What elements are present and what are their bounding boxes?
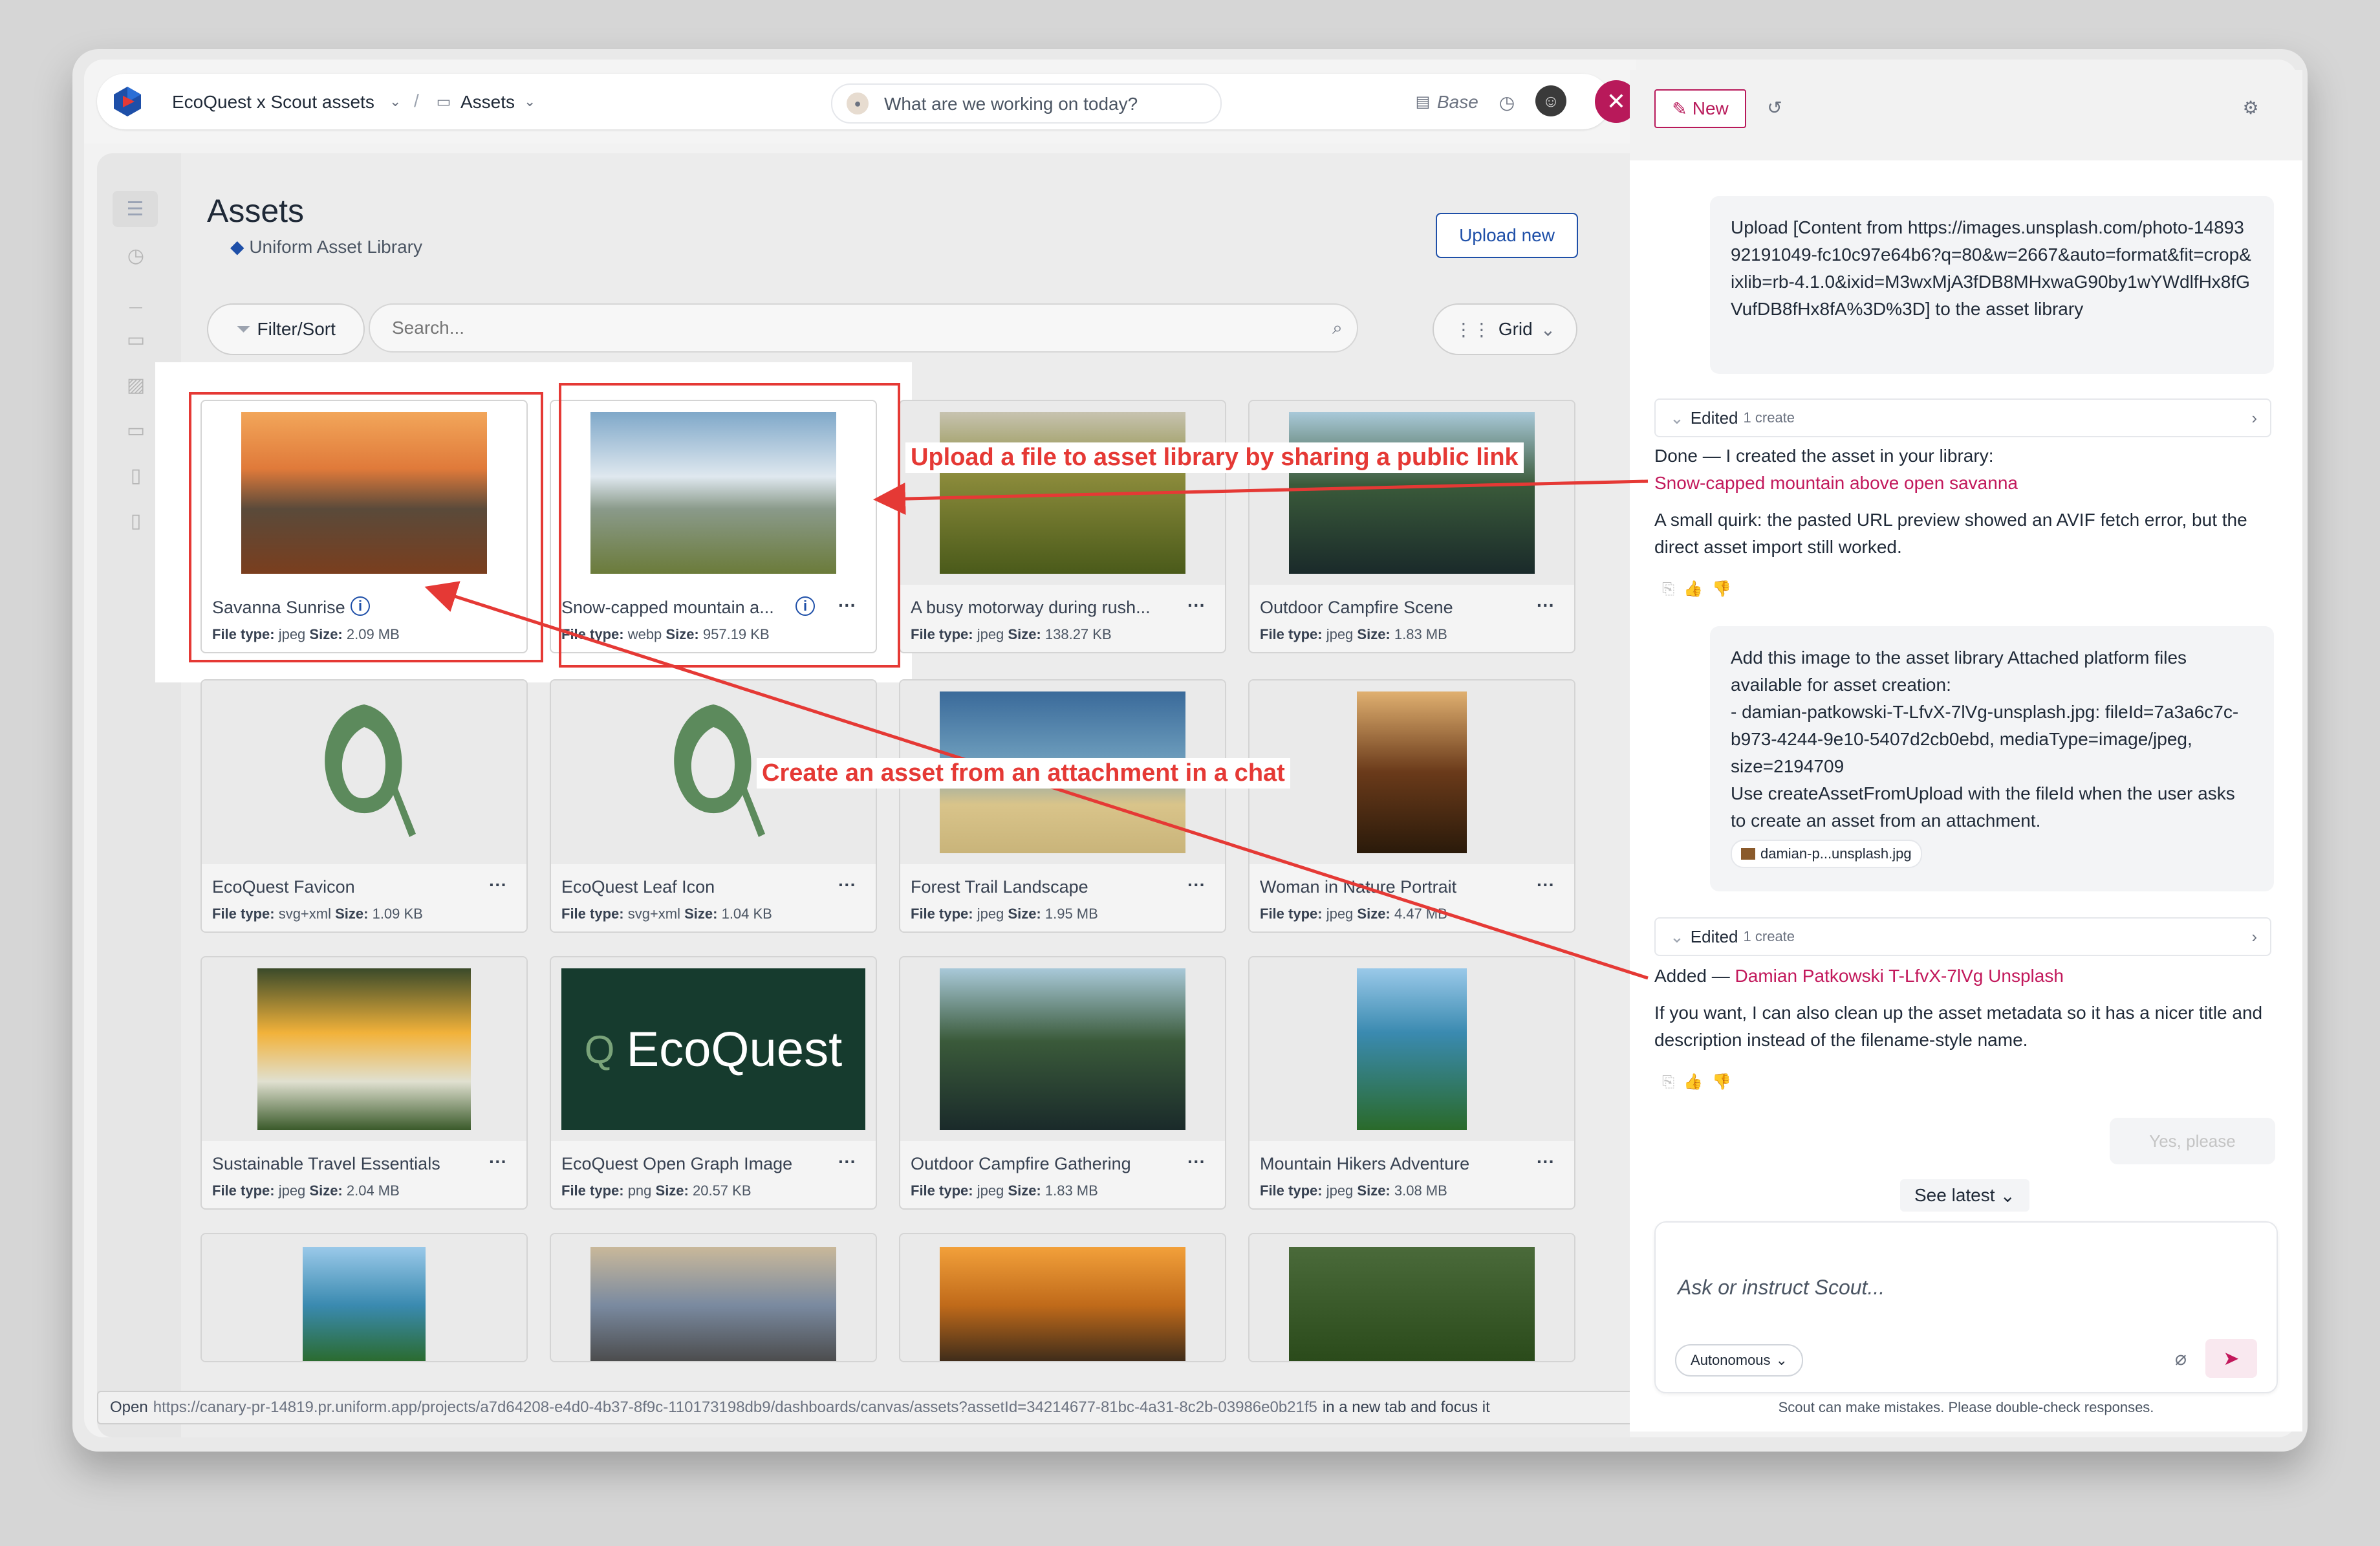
annotation-upload-link: Upload a file to asset library by sharin… (905, 442, 1524, 473)
annotation-arrow-upload (873, 479, 1649, 516)
annotation-attachment: Create an asset from an attachment in a … (757, 758, 1290, 789)
